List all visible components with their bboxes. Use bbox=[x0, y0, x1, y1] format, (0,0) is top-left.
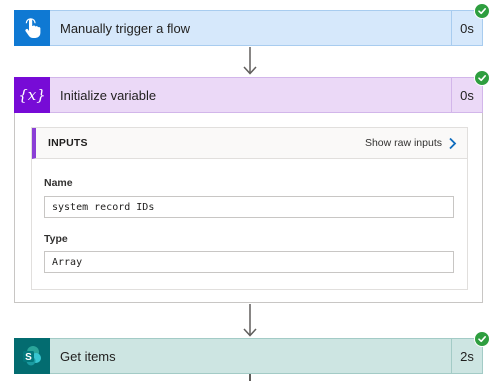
success-check-icon bbox=[474, 331, 490, 347]
connector-arrow bbox=[241, 47, 259, 77]
variable-fx-icon: {x} bbox=[14, 76, 50, 113]
touch-hand-icon bbox=[14, 9, 50, 46]
sharepoint-letter: S bbox=[25, 352, 32, 363]
get-items-header[interactable]: S Get items 2s bbox=[14, 331, 490, 374]
success-check-icon bbox=[474, 3, 490, 19]
type-field-value: Array bbox=[44, 251, 454, 273]
name-field-value: system record IDs bbox=[44, 196, 454, 218]
get-items-card[interactable]: S Get items 2s bbox=[14, 331, 490, 374]
inputs-header: INPUTS Show raw inputs bbox=[32, 128, 467, 159]
show-raw-inputs-link[interactable]: Show raw inputs bbox=[365, 137, 457, 150]
variable-icon-glyph: {x} bbox=[18, 85, 46, 104]
connector-arrow bbox=[241, 304, 259, 338]
initialize-variable-title: Initialize variable bbox=[60, 87, 157, 103]
type-field-label: Type bbox=[44, 233, 68, 245]
name-field-label: Name bbox=[44, 177, 73, 189]
inputs-panel: INPUTS Show raw inputs Name system recor… bbox=[31, 127, 468, 290]
initialize-variable-body: INPUTS Show raw inputs Name system recor… bbox=[14, 113, 483, 303]
initialize-variable-header[interactable]: {x} Initialize variable 0s bbox=[14, 70, 490, 113]
trigger-card[interactable]: Manually trigger a flow 0s bbox=[14, 3, 490, 46]
initialize-variable-card[interactable]: {x} Initialize variable 0s INPUTS Show r… bbox=[14, 70, 490, 303]
get-items-title: Get items bbox=[60, 348, 116, 364]
inputs-section-label: INPUTS bbox=[48, 137, 88, 149]
trigger-title: Manually trigger a flow bbox=[60, 20, 191, 36]
success-check-icon bbox=[474, 70, 490, 86]
sharepoint-icon: S bbox=[14, 337, 50, 374]
show-raw-inputs-label: Show raw inputs bbox=[364, 137, 442, 149]
connector-line bbox=[249, 374, 251, 381]
trigger-header[interactable]: Manually trigger a flow 0s bbox=[14, 3, 490, 46]
chevron-right-icon bbox=[449, 137, 457, 149]
